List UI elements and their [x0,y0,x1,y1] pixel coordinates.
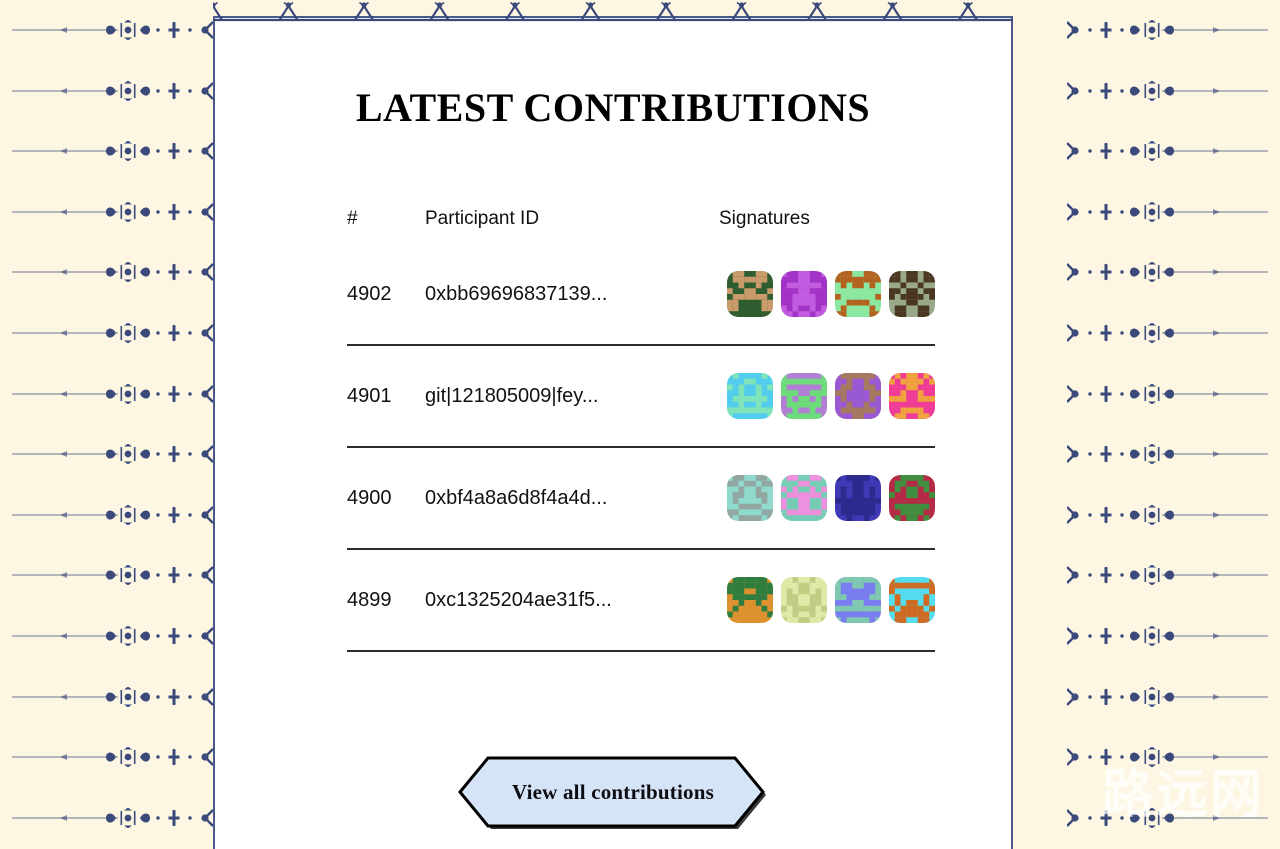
cell-participant-id: 0xbb69696837139... [425,244,665,346]
signature-avatar-icon[interactable] [727,373,773,419]
contributions-table: # Participant ID Signatures 4902 0xbb6969… [347,208,935,652]
table-header: # Participant ID Signatures [347,208,935,244]
cell-signatures [665,345,935,448]
cell-rank: 4902 [347,244,425,346]
signature-avatar-icon[interactable] [781,577,827,623]
signature-avatar-icon[interactable] [727,475,773,521]
signature-avatar-icon[interactable] [889,271,935,317]
view-all-contributions-button[interactable]: View all contributions [457,753,769,831]
cell-participant-id: git|121805009|fey... [425,345,665,448]
cell-signatures [665,549,935,652]
contributions-table-wrapper: # Participant ID Signatures 4902 0xbb6969… [347,208,935,652]
signature-avatar-icon[interactable] [889,373,935,419]
column-header-signatures: Signatures [719,208,810,229]
cell-rank: 4899 [347,549,425,652]
signature-avatar-icon[interactable] [835,271,881,317]
signature-avatar-icon[interactable] [835,373,881,419]
column-header-participant-id: Participant ID [425,208,540,229]
table-row[interactable]: 4900 0xbf4a8a6d8f4a4d... [347,447,935,550]
cta-wrapper: View all contributions [215,753,1011,831]
cell-signatures [665,447,935,550]
content-panel: LATEST CONTRIBUTIONS # Participant ID Si… [213,16,1013,849]
signature-avatar-icon[interactable] [835,475,881,521]
table-header-row: # Participant ID Signatures [347,208,935,244]
cell-rank: 4900 [347,447,425,550]
signature-avatar-icon[interactable] [781,475,827,521]
signature-avatar-group [665,577,935,623]
table-row[interactable]: 4901 git|121805009|fey... [347,345,935,448]
signature-avatar-icon[interactable] [889,475,935,521]
table-row[interactable]: 4899 0xc1325204ae31f5... [347,549,935,652]
table-row[interactable]: 4902 0xbb69696837139... [347,244,935,346]
signature-avatar-icon[interactable] [727,271,773,317]
page-title: LATEST CONTRIBUTIONS [355,85,871,130]
cell-rank: 4901 [347,345,425,448]
view-all-contributions-label: View all contributions [512,779,714,804]
signature-avatar-group [665,373,935,419]
table-body: 4902 0xbb69696837139... 4901 git|121805009… [347,244,935,652]
signature-avatar-icon[interactable] [889,577,935,623]
signature-avatar-icon[interactable] [835,577,881,623]
signature-avatar-icon[interactable] [781,271,827,317]
column-header-rank: # [347,208,358,229]
signature-avatar-icon[interactable] [781,373,827,419]
cell-participant-id: 0xbf4a8a6d8f4a4d... [425,447,665,550]
signature-avatar-group [665,475,935,521]
cell-signatures [665,244,935,346]
cell-participant-id: 0xc1325204ae31f5... [425,549,665,652]
signature-avatar-group [665,271,935,317]
signature-avatar-icon[interactable] [727,577,773,623]
